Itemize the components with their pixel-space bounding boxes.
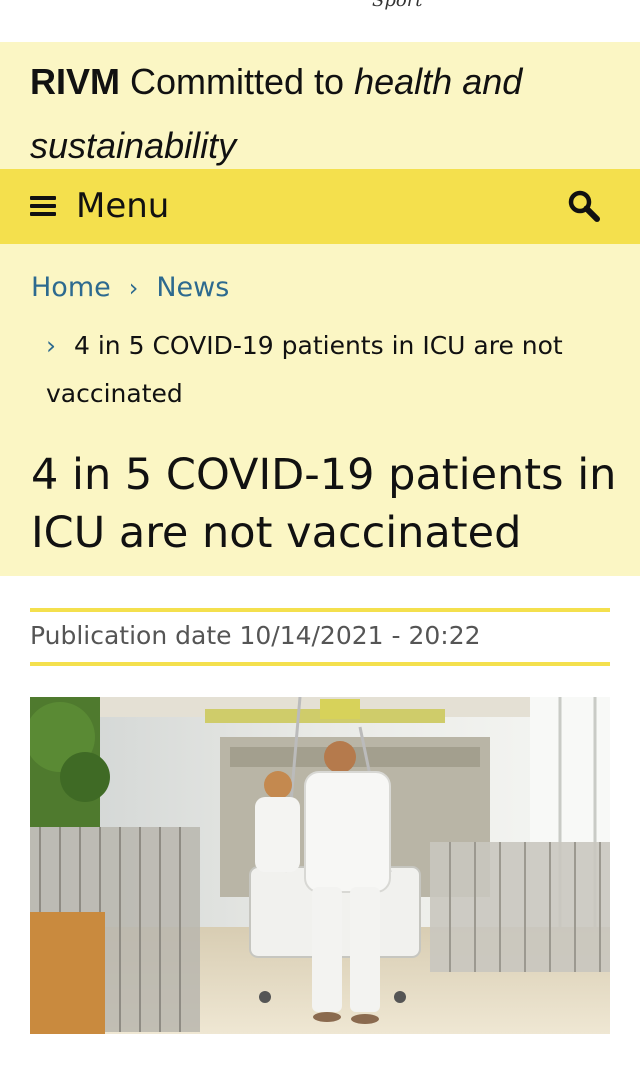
- publication-date-bar: Publication date 10/14/2021 - 20:22: [30, 608, 610, 666]
- breadcrumb-home-link[interactable]: Home: [31, 272, 111, 303]
- menu-button[interactable]: Menu: [30, 185, 169, 227]
- site-header: RIVM Committed to health and sustainabil…: [0, 42, 640, 169]
- breadcrumb-separator: ›: [46, 331, 56, 360]
- top-strip: Sport: [0, 0, 640, 42]
- brand-logo-text[interactable]: RIVM Committed to health and sustainabil…: [30, 50, 620, 178]
- publication-date: Publication date 10/14/2021 - 20:22: [30, 621, 481, 650]
- breadcrumb-news-link[interactable]: News: [156, 272, 229, 303]
- menu-bar: Menu: [0, 169, 640, 244]
- page-title: 4 in 5 COVID-19 patients in ICU are not …: [31, 450, 617, 558]
- hospital-photo: [30, 697, 610, 1034]
- cut-off-heading: Sport: [372, 0, 423, 11]
- brand-tagline-italic-2: sustainability: [30, 125, 237, 166]
- brand-tagline-plain: Committed to: [130, 61, 345, 102]
- menu-label: Menu: [76, 186, 170, 226]
- search-button[interactable]: [566, 188, 602, 224]
- breadcrumb-separator: ›: [128, 273, 139, 302]
- breadcrumb-current: › 4 in 5 COVID-19 patients in ICU are not…: [46, 322, 606, 418]
- search-icon: [568, 190, 600, 222]
- breadcrumb-current-label: 4 in 5 COVID-19 patients in ICU are not …: [46, 331, 563, 408]
- hamburger-icon: [30, 195, 56, 217]
- article-image: [30, 697, 610, 1034]
- breadcrumb-title-area: Home › News › 4 in 5 COVID-19 patients in…: [0, 244, 640, 576]
- brand-name: RIVM: [30, 61, 120, 102]
- brand-tagline-italic-1: health and: [354, 61, 523, 102]
- breadcrumb: Home › News: [31, 272, 229, 303]
